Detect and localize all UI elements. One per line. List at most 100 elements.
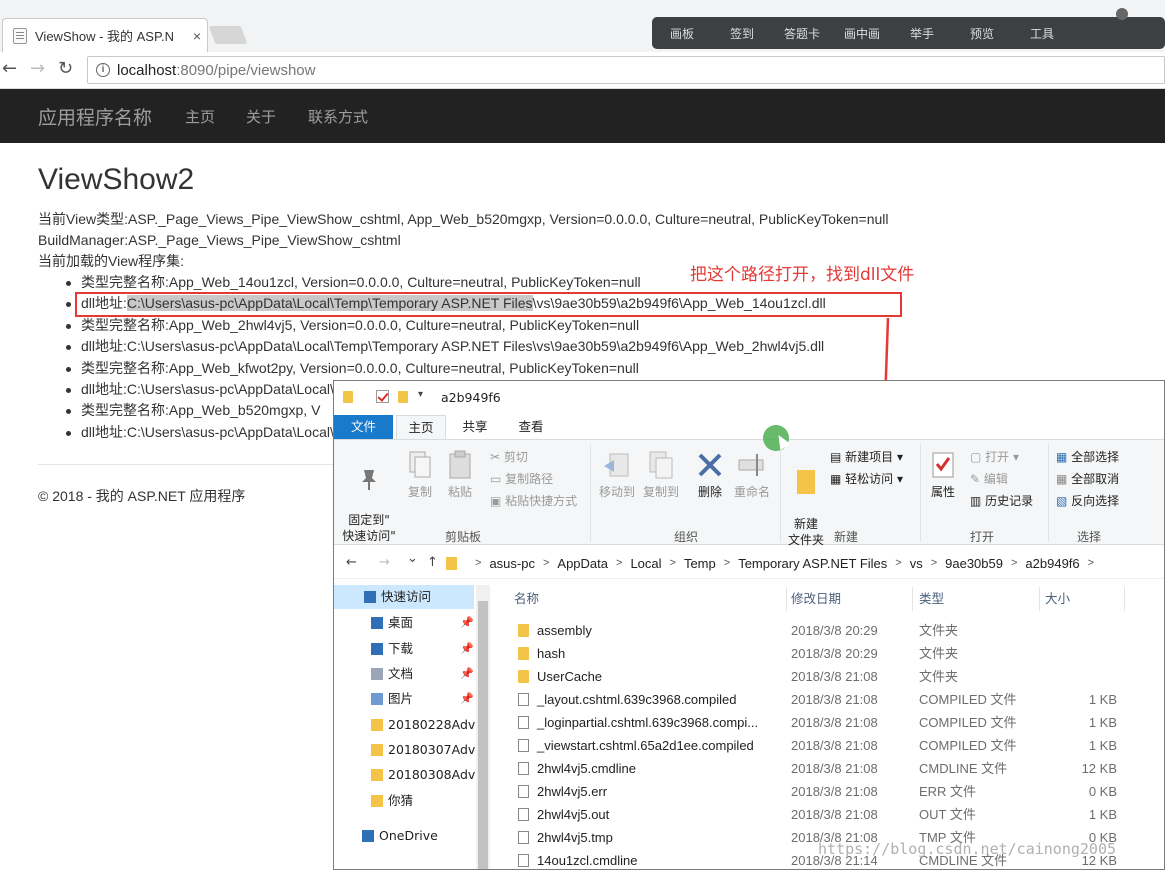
cut-button[interactable]: ✂ 剪切 <box>490 448 528 465</box>
file-row[interactable]: UserCache 2018/3/8 21:08 文件夹 <box>504 665 1164 688</box>
file-icon <box>518 854 529 867</box>
back-icon[interactable]: ← <box>346 555 357 570</box>
pin-icon[interactable]: 📌 <box>460 611 474 635</box>
column-name[interactable]: 名称 <box>514 585 539 613</box>
scrollbar[interactable] <box>476 585 490 869</box>
select-none-button[interactable]: ▦ 全部取消 <box>1056 470 1119 487</box>
file-row[interactable]: 2hwl4vj5.cmdline 2018/3/8 21:08 CMDLINE 文件… <box>504 757 1164 780</box>
rename-button[interactable]: 重命名 <box>730 450 774 500</box>
breadcrumb-item[interactable]: AppData <box>557 556 608 571</box>
copy-to-button[interactable]: 复制到 <box>640 450 682 500</box>
up-icon[interactable]: ↑ <box>427 555 438 570</box>
move-to-button[interactable]: 移动到 <box>596 450 638 500</box>
nav-item-label: 快速访问 <box>381 589 432 604</box>
nav-item[interactable]: 图片 📌 <box>334 687 474 711</box>
nav-item-label: 桌面 <box>388 615 414 630</box>
column-divider[interactable] <box>1039 587 1040 611</box>
breadcrumb[interactable]: > asus-pc > AppData > Local > Temp > Tem… <box>446 551 1102 575</box>
file-row[interactable]: assembly 2018/3/8 20:29 文件夹 <box>504 619 1164 642</box>
file-date: 2018/3/8 21:08 <box>791 738 878 753</box>
breadcrumb-sep: > <box>542 557 550 569</box>
pin-icon[interactable]: 📌 <box>460 637 474 661</box>
group-separator <box>920 444 921 542</box>
file-type: OUT 文件 <box>919 807 976 822</box>
file-type: COMPILED 文件 <box>919 692 1017 707</box>
file-size: 12 KB <box>1081 761 1117 776</box>
new-folder-icon[interactable] <box>398 391 408 403</box>
folder-icon <box>371 744 383 756</box>
pin-icon[interactable]: 📌 <box>460 687 474 711</box>
easy-access-icon: ▦ <box>830 472 846 486</box>
file-name: 14ou1zcl.cmdline <box>537 853 638 868</box>
column-type[interactable]: 类型 <box>919 585 944 613</box>
file-row[interactable]: _loginpartial.cshtml.639c3968.compi... 20… <box>504 711 1164 734</box>
recent-locations-icon[interactable]: ⌄ <box>407 551 418 566</box>
new-item-button[interactable]: ▤ 新建项目 ▾ <box>830 448 903 465</box>
open-button[interactable]: ▢ 打开 ▾ <box>970 448 1019 465</box>
tab-home[interactable]: 主页 <box>396 415 446 439</box>
file-row[interactable]: _viewstart.cshtml.65a2d1ee.compiled 2018/… <box>504 734 1164 757</box>
new-folder-button[interactable]: 新建 文件夹 <box>784 450 828 548</box>
pin-icon[interactable]: 📌 <box>460 662 474 686</box>
file-row[interactable]: _layout.cshtml.639c3968.compiled 2018/3/8… <box>504 688 1164 711</box>
folder-icon <box>518 624 529 637</box>
nav-item[interactable]: OneDrive <box>334 824 474 848</box>
breadcrumb-item[interactable]: a2b949f6 <box>1025 556 1079 571</box>
tab-share[interactable]: 共享 <box>450 415 500 439</box>
nav-item[interactable]: 20180228Adv <box>334 713 475 737</box>
column-date[interactable]: 修改日期 <box>791 585 841 613</box>
file-name: 2hwl4vj5.err <box>537 784 608 799</box>
paste-shortcut-button[interactable]: ▣ 粘贴快捷方式 <box>490 492 577 509</box>
scrollbar-thumb[interactable] <box>478 601 488 869</box>
nav-item-label: 20180308Adv <box>388 767 476 782</box>
group-new: 新建 <box>834 530 859 544</box>
file-row[interactable]: 2hwl4vj5.out 2018/3/8 21:08 OUT 文件 1 KB <box>504 803 1164 826</box>
tab-view[interactable]: 查看 <box>506 415 556 439</box>
nav-item[interactable]: 文档 📌 <box>334 662 474 686</box>
forward-icon[interactable]: → <box>379 555 390 570</box>
paste-button[interactable]: 粘贴 <box>442 450 478 500</box>
nav-item[interactable]: 20180307Adv <box>334 738 475 762</box>
column-divider[interactable] <box>786 587 787 611</box>
delete-button[interactable]: 删除 <box>690 450 730 500</box>
column-divider[interactable] <box>912 587 913 611</box>
file-explorer-window: ▾ a2b949f6 文件 主页 共享 查看 固定到" 快速访问" 复制 粘贴 … <box>333 380 1165 870</box>
breadcrumb-item[interactable]: Temp <box>684 556 716 571</box>
pin-quick-access-button[interactable]: 固定到" 快速访问" <box>340 450 398 544</box>
history-icon: ▥ <box>970 494 986 508</box>
group-organize: 组织 <box>674 530 699 544</box>
file-date: 2018/3/8 21:08 <box>791 807 878 822</box>
breadcrumb-item[interactable]: Temporary ASP.NET Files <box>738 556 887 571</box>
breadcrumb-item[interactable]: 9ae30b59 <box>945 556 1003 571</box>
copy-path-button[interactable]: ▭ 复制路径 <box>490 470 553 487</box>
nav-item[interactable]: 20180308Adv <box>334 763 476 787</box>
column-divider[interactable] <box>1124 587 1125 611</box>
nav-item-label: 你猜 <box>388 793 414 808</box>
file-row[interactable]: hash 2018/3/8 20:29 文件夹 <box>504 642 1164 665</box>
breadcrumb-item[interactable]: vs <box>910 556 923 571</box>
folder-icon <box>371 693 383 705</box>
breadcrumb-item[interactable]: Local <box>630 556 661 571</box>
copy-button[interactable]: 复制 <box>402 450 438 500</box>
nav-item-label: 图片 <box>388 691 414 706</box>
column-size[interactable]: 大小 <box>1045 585 1070 613</box>
easy-access-button[interactable]: ▦ 轻松访问 ▾ <box>830 470 903 487</box>
breadcrumb-item[interactable]: asus-pc <box>489 556 535 571</box>
chevron-down-icon[interactable]: ▾ <box>418 389 423 400</box>
nav-item[interactable]: 快速访问 <box>334 585 474 609</box>
copy-to-icon <box>649 451 673 479</box>
edit-button[interactable]: ✎ 编辑 <box>970 470 1008 487</box>
select-all-button[interactable]: ▦ 全部选择 <box>1056 448 1119 465</box>
file-row[interactable]: 2hwl4vj5.err 2018/3/8 21:08 ERR 文件 0 KB <box>504 780 1164 803</box>
tab-file[interactable]: 文件 <box>334 415 393 439</box>
cloud-icon <box>362 830 374 842</box>
invert-selection-button[interactable]: ▧ 反向选择 <box>1056 492 1119 509</box>
properties-icon[interactable] <box>376 390 389 403</box>
properties-icon <box>932 452 954 478</box>
history-button[interactable]: ▥ 历史记录 <box>970 492 1033 509</box>
nav-item[interactable]: 下载 📌 <box>334 637 474 661</box>
nav-item[interactable]: 你猜 <box>334 789 474 813</box>
file-size: 0 KB <box>1088 784 1117 799</box>
nav-item[interactable]: 桌面 📌 <box>334 611 474 635</box>
properties-button[interactable]: 属性 <box>924 450 962 500</box>
